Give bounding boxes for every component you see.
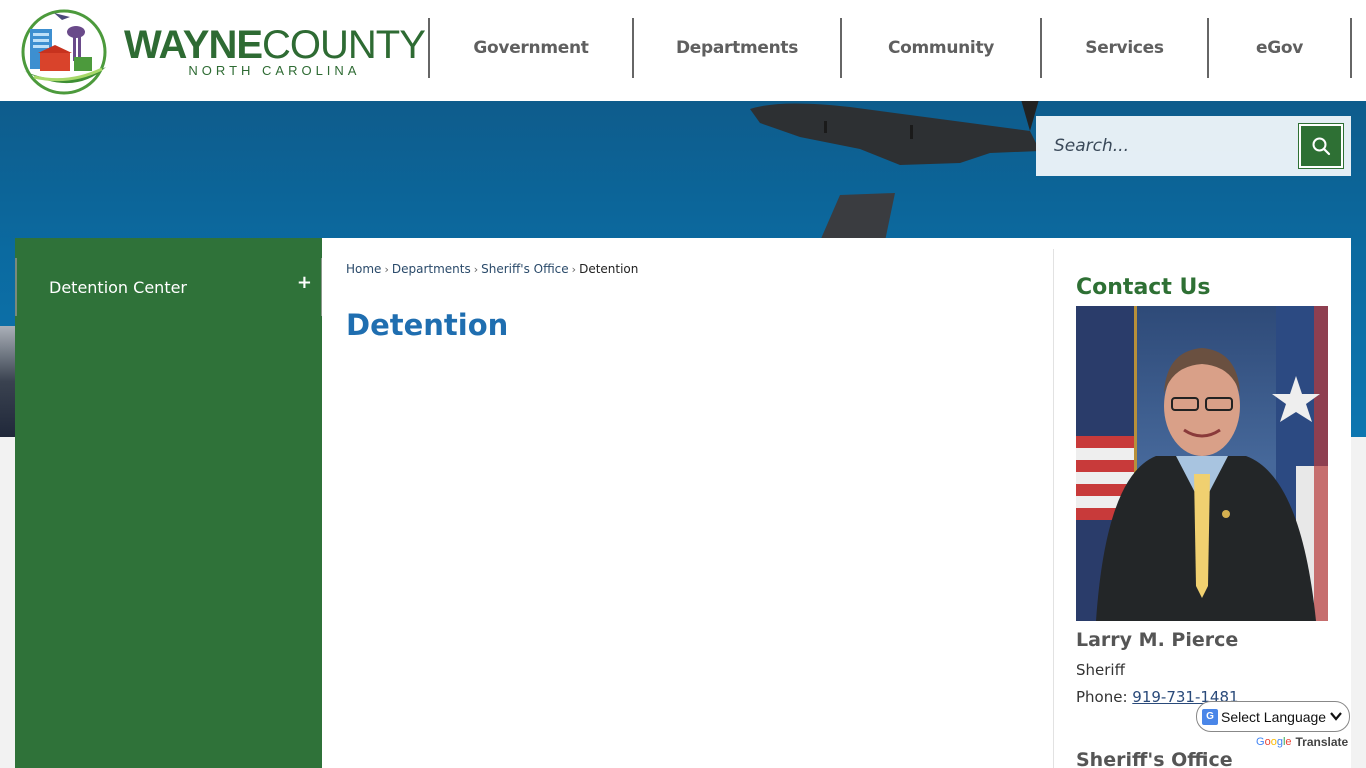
hero-edge-detail: [0, 326, 15, 437]
sheriff-photo: [1076, 306, 1328, 621]
contact-person-role: Sheriff: [1076, 661, 1125, 679]
breadcrumb-current: Detention: [579, 262, 639, 276]
search-input[interactable]: [1046, 126, 1296, 166]
search-icon: [1312, 137, 1331, 156]
phone-label: Phone:: [1076, 688, 1133, 706]
nav-item-services[interactable]: Services: [1040, 18, 1207, 78]
sidebar-item-label: Detention Center: [49, 277, 188, 297]
google-translate-attribution: Google Translate: [1256, 735, 1348, 749]
google-logo[interactable]: Google: [1256, 736, 1292, 748]
breadcrumb-home[interactable]: Home: [346, 262, 381, 276]
breadcrumb: Home › Departments › Sheriff's Office › …: [346, 262, 638, 276]
language-select-label: Select Language: [1221, 708, 1327, 725]
main-nav: Government Departments Community Service…: [428, 18, 1352, 78]
nav-item-departments[interactable]: Departments: [632, 18, 840, 78]
side-navigation: Detention Center +: [15, 238, 322, 768]
contact-sidebar: Contact Us Larry M. Pierce Sheriff Phone…: [1053, 249, 1351, 768]
breadcrumb-sheriffs-office[interactable]: Sheriff's Office: [481, 262, 569, 276]
google-translate-icon: G: [1202, 708, 1218, 725]
nav-item-government[interactable]: Government: [428, 18, 632, 78]
breadcrumb-departments[interactable]: Departments: [392, 262, 471, 276]
language-select[interactable]: G Select Language: [1196, 701, 1350, 732]
breadcrumb-separator: ›: [473, 262, 479, 276]
main-content: Home › Departments › Sheriff's Office › …: [322, 238, 1351, 768]
site-logo[interactable]: WAYNECOUNTY NORTH CAROLINA: [14, 6, 426, 96]
county-emblem-icon: [14, 7, 116, 95]
contact-us-heading: Contact Us: [1076, 275, 1211, 300]
nav-item-egov[interactable]: eGov: [1207, 18, 1352, 78]
site-header: WAYNECOUNTY NORTH CAROLINA Government De…: [0, 0, 1366, 101]
page-title: Detention: [346, 308, 509, 342]
nav-item-community[interactable]: Community: [840, 18, 1040, 78]
logo-subtitle: NORTH CAROLINA: [188, 62, 361, 78]
translate-label[interactable]: Translate: [1296, 735, 1349, 749]
logo-title: WAYNECOUNTY: [124, 22, 426, 67]
chevron-down-icon: [1330, 712, 1342, 721]
sheriffs-office-heading: Sheriff's Office: [1076, 749, 1233, 768]
breadcrumb-separator: ›: [384, 262, 389, 276]
contact-person-name: Larry M. Pierce: [1076, 629, 1239, 651]
sidebar-item-detention-center[interactable]: Detention Center +: [15, 258, 322, 316]
expand-plus-icon[interactable]: +: [297, 272, 312, 293]
breadcrumb-separator: ›: [571, 262, 577, 276]
search-button[interactable]: [1298, 123, 1344, 169]
page-background-left: [0, 437, 15, 768]
page-background-right: [1351, 437, 1366, 768]
